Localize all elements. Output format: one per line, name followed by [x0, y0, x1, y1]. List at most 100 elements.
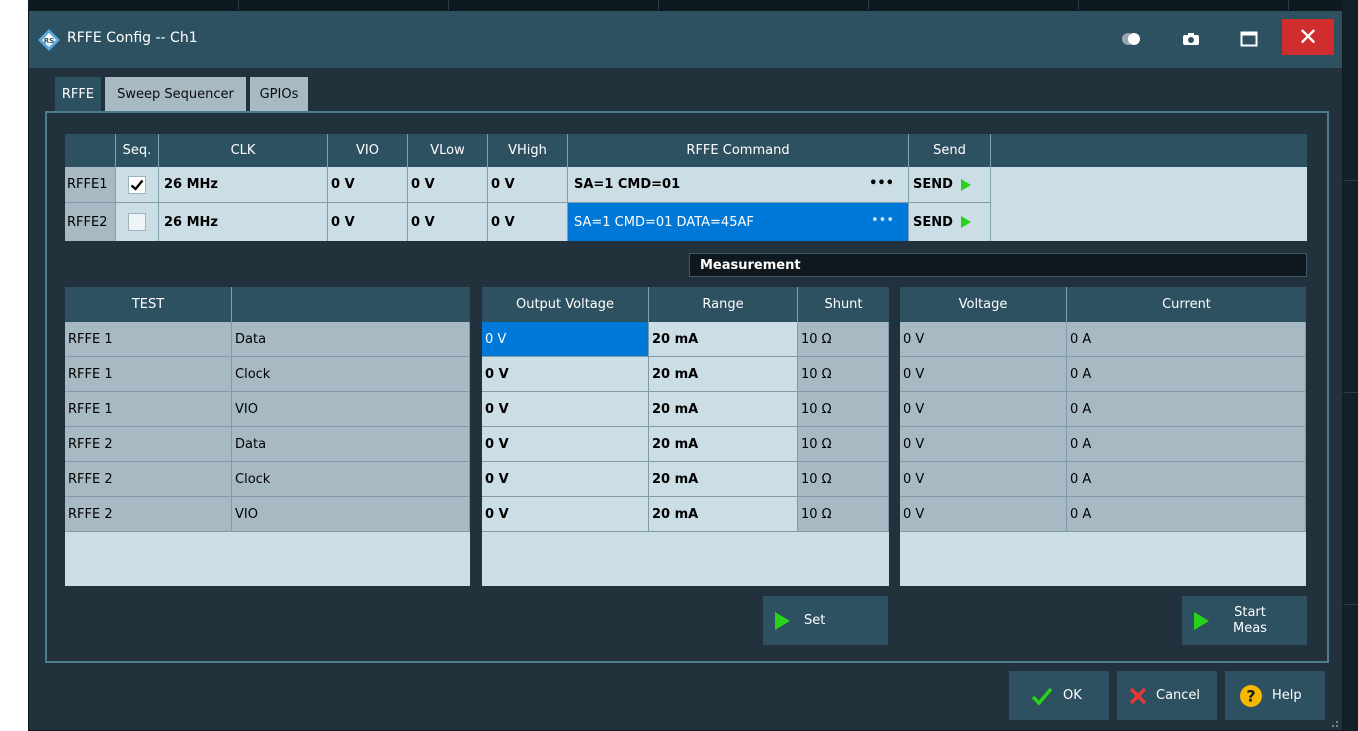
seq-checkbox-rffe2[interactable] — [116, 203, 159, 241]
start-meas-label: Start Meas — [1233, 605, 1267, 637]
output-voltage-field[interactable]: 0 V — [482, 392, 649, 427]
vio-field-rffe2[interactable]: 0 V — [328, 203, 408, 241]
command-field-rffe2[interactable]: SA=1 CMD=01 DATA=45AF ••• — [568, 203, 909, 241]
cancel-label: Cancel — [1156, 688, 1201, 703]
title-bar[interactable]: RS RFFE Config -- Ch1 ✕ — [29, 11, 1342, 68]
table-header-output-voltage: Output Voltage — [482, 287, 649, 322]
close-icon: ✕ — [1297, 23, 1319, 51]
checkmark-icon — [128, 175, 146, 194]
voltage-cell: 0 V — [900, 462, 1067, 497]
output-voltage-field[interactable]: 0 V — [482, 462, 649, 497]
seq-checkbox-rffe1[interactable] — [116, 167, 159, 203]
checkmark-icon — [1031, 687, 1053, 706]
output-voltage-field[interactable]: 0 V — [482, 322, 649, 357]
vlow-field-rffe2[interactable]: 0 V — [408, 203, 488, 241]
table-header-vhigh: VHigh — [488, 134, 568, 167]
background-strip — [28, 0, 1345, 10]
command-field-rffe1[interactable]: SA=1 CMD=01 ••• — [568, 167, 909, 203]
toggle-transparency-button[interactable] — [1117, 25, 1145, 53]
table-header-clk: CLK — [159, 134, 328, 167]
play-icon — [960, 216, 971, 228]
cancel-icon — [1129, 687, 1147, 704]
test-name-cell: RFFE 2 — [65, 462, 232, 497]
rffe-config-dialog: RS RFFE Config -- Ch1 ✕ RFFE Sweep Seque… — [28, 10, 1343, 731]
help-label: Help — [1272, 688, 1302, 703]
cancel-button[interactable]: Cancel — [1117, 671, 1217, 720]
signal-cell: Clock — [232, 357, 470, 392]
send-button-rffe1[interactable]: SEND — [909, 167, 991, 203]
resize-grip-icon[interactable] — [1327, 716, 1339, 728]
checkbox-unchecked-icon — [128, 213, 146, 231]
background-line — [1343, 180, 1358, 181]
start-label-line1: Start — [1234, 604, 1266, 620]
shunt-cell: 10 Ω — [798, 357, 889, 392]
signal-cell: VIO — [232, 392, 470, 427]
close-button[interactable]: ✕ — [1282, 19, 1334, 55]
tab-sweep-sequencer[interactable]: Sweep Sequencer — [105, 77, 246, 111]
test-name-cell: RFFE 2 — [65, 427, 232, 462]
range-field[interactable]: 20 mA — [649, 322, 798, 357]
output-voltage-field[interactable]: 0 V — [482, 427, 649, 462]
clk-field-rffe2[interactable]: 26 MHz — [159, 203, 328, 241]
tab-rffe[interactable]: RFFE — [55, 77, 101, 111]
test-name-cell: RFFE 2 — [65, 497, 232, 532]
clk-field-rffe1[interactable]: 26 MHz — [159, 167, 328, 203]
maximize-icon — [1240, 31, 1258, 47]
shunt-cell: 10 Ω — [798, 322, 889, 357]
maximize-button[interactable] — [1235, 25, 1263, 53]
signal-cell: Data — [232, 427, 470, 462]
start-meas-button[interactable]: Start Meas — [1182, 596, 1307, 645]
table-header-send: Send — [909, 134, 991, 167]
row-label-rffe1: RFFE1 — [65, 167, 116, 203]
ok-label: OK — [1063, 688, 1082, 703]
current-cell: 0 A — [1067, 427, 1306, 462]
voltage-cell: 0 V — [900, 497, 1067, 532]
table-header-voltage: Voltage — [900, 287, 1067, 322]
vio-field-rffe1[interactable]: 0 V — [328, 167, 408, 203]
play-icon — [1194, 611, 1209, 630]
shunt-cell: 10 Ω — [798, 462, 889, 497]
send-label: SEND — [913, 214, 953, 230]
current-cell: 0 A — [1067, 357, 1306, 392]
ok-button[interactable]: OK — [1009, 671, 1109, 720]
shunt-cell: 10 Ω — [798, 392, 889, 427]
play-icon — [960, 178, 971, 191]
set-button[interactable]: Set — [763, 596, 888, 645]
range-field[interactable]: 20 mA — [649, 392, 798, 427]
voltage-cell: 0 V — [900, 357, 1067, 392]
range-field[interactable]: 20 mA — [649, 357, 798, 392]
signal-cell: VIO — [232, 497, 470, 532]
background-tick — [238, 0, 239, 10]
vhigh-field-rffe1[interactable]: 0 V — [488, 167, 568, 203]
table-header-shunt: Shunt — [798, 287, 889, 322]
table-header-vlow: VLow — [408, 134, 488, 167]
current-cell: 0 A — [1067, 462, 1306, 497]
background-line — [1343, 392, 1358, 393]
rohde-schwarz-logo-icon: RS — [38, 29, 60, 51]
background-tick — [868, 0, 869, 10]
current-cell: 0 A — [1067, 322, 1306, 357]
range-field[interactable]: 20 mA — [649, 427, 798, 462]
help-icon: ? — [1240, 684, 1262, 707]
more-options-icon[interactable]: ••• — [869, 176, 894, 191]
output-voltage-field[interactable]: 0 V — [482, 357, 649, 392]
command-text: SA=1 CMD=01 DATA=45AF — [574, 214, 754, 230]
background-tick — [1288, 0, 1289, 10]
range-field[interactable]: 20 mA — [649, 497, 798, 532]
table-header-range: Range — [649, 287, 798, 322]
tab-gpios[interactable]: GPIOs — [250, 77, 308, 111]
send-button-rffe2[interactable]: SEND — [909, 203, 991, 241]
table-header-test: TEST — [65, 287, 232, 322]
table-header-rffe-command: RFFE Command — [568, 134, 909, 167]
more-options-icon[interactable]: ••• — [871, 213, 894, 228]
vlow-field-rffe1[interactable]: 0 V — [408, 167, 488, 203]
range-field[interactable]: 20 mA — [649, 462, 798, 497]
start-label-line2: Meas — [1233, 620, 1267, 636]
vhigh-field-rffe2[interactable]: 0 V — [488, 203, 568, 241]
screenshot-button[interactable] — [1177, 25, 1205, 53]
table-header-current: Current — [1067, 287, 1306, 322]
command-text: SA=1 CMD=01 — [574, 177, 681, 192]
test-name-cell: RFFE 1 — [65, 322, 232, 357]
help-button[interactable]: ? Help — [1225, 671, 1325, 720]
output-voltage-field[interactable]: 0 V — [482, 497, 649, 532]
